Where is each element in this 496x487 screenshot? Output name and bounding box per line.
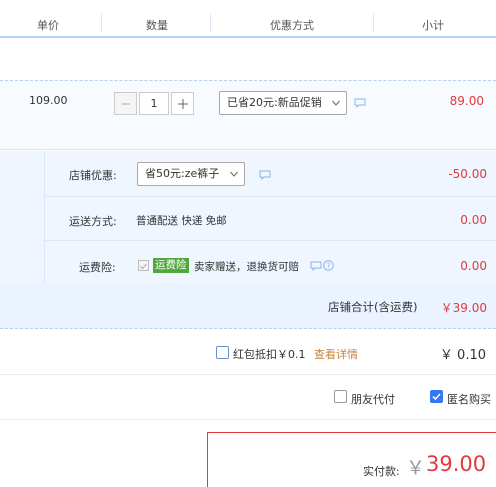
- payment-amount: 39.00: [426, 452, 487, 476]
- help-icon[interactable]: ?: [323, 260, 334, 271]
- quantity-input[interactable]: 1: [139, 92, 169, 115]
- chat-icon[interactable]: [310, 261, 322, 271]
- item-subtotal: 89.00: [449, 94, 484, 108]
- payment-label: 实付款:: [363, 465, 400, 478]
- red-packet-label: 红包抵扣￥0.1: [233, 348, 306, 361]
- header-promotion: 优惠方式: [270, 19, 314, 32]
- red-packet-row: 红包抵扣￥0.1 查看详情 ￥ 0.10: [0, 330, 496, 375]
- chevron-down-icon: [332, 100, 340, 106]
- decrease-quantity-button[interactable]: [114, 92, 137, 115]
- insurance-row: 运费险: 运费险 卖家赠送，退换货可赔 ? 0.00: [45, 241, 496, 283]
- promotion-select-value: 已省20元:新品促销: [227, 96, 322, 109]
- shop-summary: 店铺优惠: 省50元:ze裤子 -50.00 运送方式: 普通配送 快递 免邮 …: [0, 151, 496, 283]
- red-packet-checkbox[interactable]: [216, 346, 229, 359]
- chat-icon[interactable]: [259, 170, 271, 180]
- friend-pay-label: 朋友代付: [351, 393, 395, 406]
- shop-discount-value: -50.00: [448, 167, 487, 181]
- red-packet-details-link[interactable]: 查看详情: [314, 346, 358, 362]
- svg-text:?: ?: [327, 261, 331, 270]
- plus-icon: [177, 98, 188, 109]
- insurance-value: 0.00: [460, 259, 487, 273]
- payment-summary-box: 实付款: ￥ 39.00: [207, 432, 496, 487]
- header-divider: [210, 14, 211, 32]
- increase-quantity-button[interactable]: [171, 92, 194, 115]
- shop-summary-inner: 店铺优惠: 省50元:ze裤子 -50.00 运送方式: 普通配送 快递 免邮 …: [44, 151, 496, 283]
- shipping-row: 运送方式: 普通配送 快递 免邮 0.00: [45, 197, 496, 241]
- chevron-down-icon: [230, 171, 238, 177]
- insurance-checkbox[interactable]: [138, 260, 149, 271]
- shipping-method: 普通配送 快递 免邮: [136, 215, 227, 227]
- shipping-label: 运送方式:: [69, 215, 117, 228]
- anonymous-checkbox[interactable]: [430, 390, 443, 403]
- shop-discount-label: 店铺优惠:: [69, 169, 117, 182]
- check-icon: [140, 263, 147, 270]
- insurance-label: 运费险:: [79, 261, 116, 274]
- table-header: 单价 数量 优惠方式 小计: [0, 0, 496, 38]
- unit-price: 109.00: [29, 94, 68, 107]
- header-quantity: 数量: [146, 19, 168, 32]
- quantity-stepper: 1: [114, 92, 194, 115]
- item-row: 109.00 1 已省20元:新品促销 89.00: [0, 80, 496, 150]
- check-icon: [432, 393, 441, 401]
- shop-total-value: ￥39.00: [440, 301, 487, 315]
- anonymous-label: 匿名购买: [447, 393, 491, 406]
- shop-total-row: 店铺合计(含运费) ￥39.00: [0, 283, 496, 329]
- red-packet-amount: ￥ 0.10: [439, 348, 486, 363]
- header-divider: [373, 14, 374, 32]
- header-subtotal: 小计: [422, 19, 444, 32]
- order-confirm-page: 单价 数量 优惠方式 小计 109.00 1 已省20元:新品促销 89.00: [0, 0, 496, 487]
- insurance-tag: 运费险: [153, 258, 189, 273]
- header-divider: [101, 14, 102, 32]
- shipping-value: 0.00: [460, 213, 487, 227]
- shop-discount-row: 店铺优惠: 省50元:ze裤子 -50.00: [45, 151, 496, 197]
- currency-symbol: ￥: [406, 457, 426, 479]
- promotion-select[interactable]: 已省20元:新品促销: [219, 91, 347, 115]
- shop-discount-select-value: 省50元:ze裤子: [145, 167, 220, 180]
- shop-discount-select[interactable]: 省50元:ze裤子: [137, 162, 245, 186]
- order-options-row: 朋友代付 匿名购买: [0, 376, 496, 420]
- chat-icon[interactable]: [354, 98, 366, 108]
- insurance-text: 卖家赠送，退换货可赔: [194, 261, 299, 273]
- minus-icon: [121, 103, 130, 104]
- header-unit-price: 单价: [37, 19, 59, 32]
- shop-total-label: 店铺合计(含运费): [328, 300, 418, 314]
- friend-pay-checkbox[interactable]: [334, 390, 347, 403]
